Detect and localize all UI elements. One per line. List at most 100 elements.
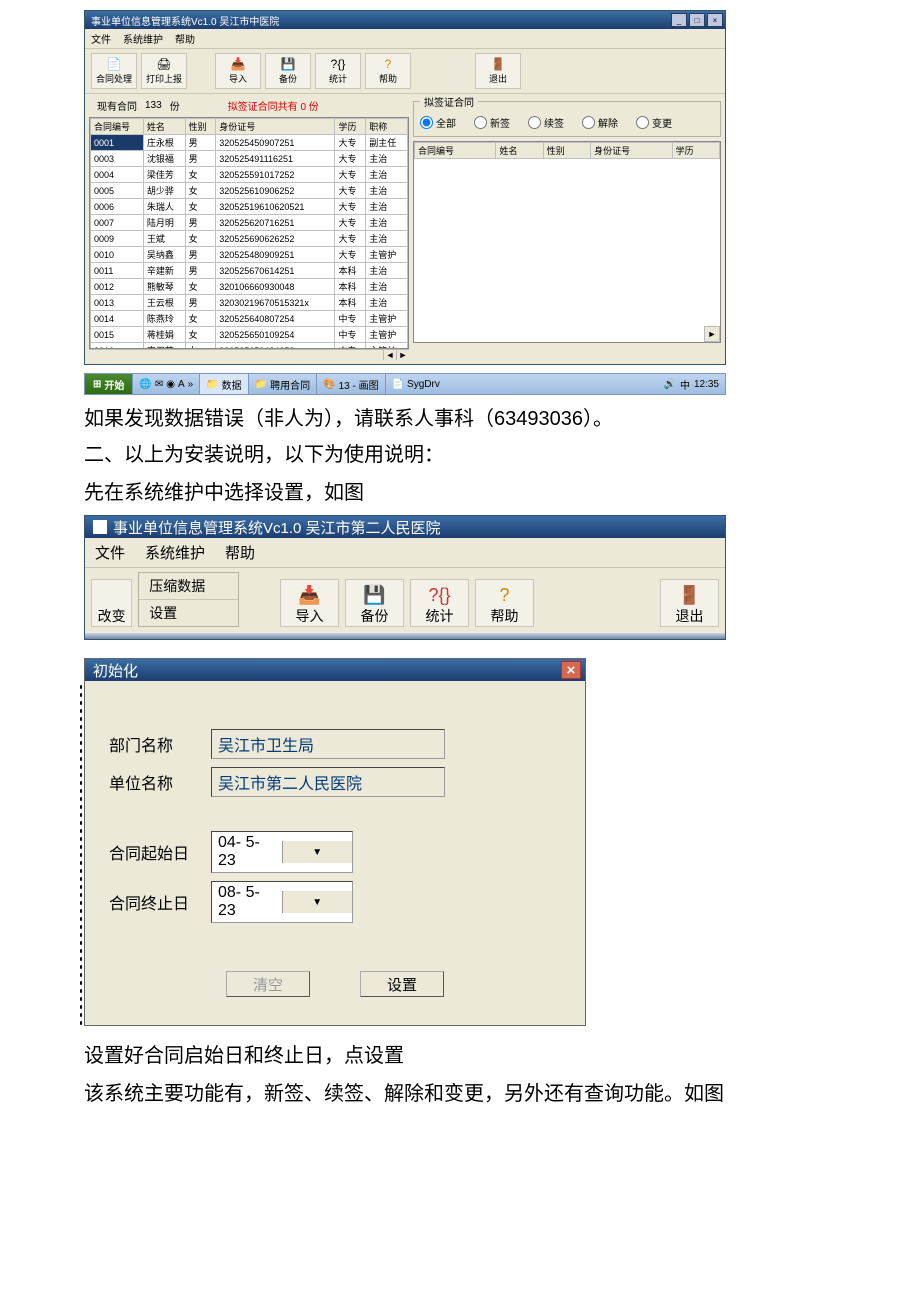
stats-icon: ?{} (331, 58, 346, 70)
table-row[interactable]: 0011辛建新男320525670614251本科主治 (91, 263, 408, 279)
menu-help-2[interactable]: 帮助 (215, 538, 265, 567)
end-label: 合同终止日 (109, 890, 195, 914)
table-header: 学历 (335, 119, 366, 135)
table-row[interactable]: 0009王斌女320525690626252大专主治 (91, 231, 408, 247)
table-row[interactable]: 0001庄永根男320525450907251大专副主任 (91, 135, 408, 151)
import-icon: 📥 (231, 58, 246, 70)
end-date-input[interactable]: 08- 5-23 ▼ (211, 881, 353, 923)
ie-icon: 🌐 (139, 379, 151, 390)
close-button[interactable]: × (707, 13, 723, 27)
table-row[interactable]: 0016宋卫芳女320525650424252中专主管护 (91, 343, 408, 350)
exit-button-2[interactable]: 🚪退出 (660, 579, 719, 627)
system-tray[interactable]: 🔊 中 12:35 (658, 377, 725, 392)
main-window-2: 事业单位信息管理系统Vc1.0 吴江市第二人民医院 文件 系统维护 帮助 改变 … (84, 515, 726, 640)
table-header: 身份证号 (216, 119, 335, 135)
submenu-popup: 压缩数据 设置 (138, 572, 238, 627)
filter-option[interactable]: 解除 (582, 115, 618, 130)
menu-file-2[interactable]: 文件 (85, 538, 135, 567)
start-date-input[interactable]: 04- 5-23 ▼ (211, 831, 353, 873)
scroll-right-icon[interactable]: ► (704, 326, 720, 342)
submenu-compress[interactable]: 压缩数据 (139, 573, 237, 600)
hscroll[interactable]: ◄► (89, 349, 409, 360)
menu-help[interactable]: 帮助 (175, 31, 195, 46)
stats-button-2[interactable]: ?{}统计 (410, 579, 469, 627)
table-header: 姓名 (496, 143, 543, 159)
help-button[interactable]: ?帮助 (365, 53, 411, 89)
stats-button[interactable]: ?{}统计 (315, 53, 361, 89)
table-header: 合同编号 (91, 119, 144, 135)
table-row[interactable]: 0003沈银福男320525491116251大专主治 (91, 151, 408, 167)
import-button[interactable]: 📥导入 (215, 53, 261, 89)
taskbar-item-3[interactable]: 🎨13 - 画图 (316, 374, 384, 394)
taskbar-item-4[interactable]: 📄SygDrv (385, 374, 446, 394)
clear-button: 清空 (226, 971, 310, 997)
backup-button[interactable]: 💾备份 (265, 53, 311, 89)
dropdown-icon[interactable]: ▼ (282, 841, 353, 863)
table-header: 学历 (672, 143, 719, 159)
infobar: 现有合同 133 份 拟签证合同共有 0 份 (89, 94, 409, 117)
table-row[interactable]: 0014陈燕玲女320525640807254中专主管护 (91, 311, 408, 327)
dialog-titlebar: 初始化 × (85, 659, 585, 681)
doc-para-2: 二、以上为安装说明，以下为使用说明： (84, 439, 836, 471)
table-row[interactable]: 0015蒋桂娟女320525650109254中专主管护 (91, 327, 408, 343)
backup-button-2[interactable]: 💾备份 (345, 579, 404, 627)
taskbar-item-2[interactable]: 📁聘用合同 (248, 374, 316, 394)
menu-maintain[interactable]: 系统维护 (123, 31, 163, 46)
filter-option[interactable]: 全部 (420, 115, 456, 130)
titlebar: 事业单位信息管理系统Vc1.0 吴江市中医院 _ □ × (85, 11, 725, 29)
modify-button[interactable]: 📄合同处理 (91, 53, 137, 89)
filter-legend: 拟签证合同 (420, 94, 478, 109)
left-grid[interactable]: 合同编号姓名性别身份证号学历职称0001庄永根男320525450907251大… (89, 117, 409, 349)
exit-icon: 🚪 (678, 585, 700, 606)
table-row[interactable]: 0013王云根男32030219670515321x本科主治 (91, 295, 408, 311)
exit-button[interactable]: 🚪退出 (475, 53, 521, 89)
filter-option[interactable]: 续签 (528, 115, 564, 130)
infobar-warn: 拟签证合同共有 0 份 (228, 98, 319, 113)
help-button-2[interactable]: ?帮助 (475, 579, 534, 627)
max-button[interactable]: □ (689, 13, 705, 27)
print-button[interactable]: 🖨打印上报 (141, 53, 187, 89)
table-header: 职称 (366, 119, 408, 135)
table-row[interactable]: 0010吴纳鑫男320525480909251大专主管护 (91, 247, 408, 263)
modify-button-2[interactable]: 改变 (91, 579, 132, 627)
table-row[interactable]: 0012熊敏琴女320106660930048本科主治 (91, 279, 408, 295)
table-row[interactable]: 0007陆月明男320525620716251大专主治 (91, 215, 408, 231)
submenu-settings[interactable]: 设置 (139, 600, 237, 626)
filter-option[interactable]: 新签 (474, 115, 510, 130)
filter-option[interactable]: 变更 (636, 115, 672, 130)
menu-file[interactable]: 文件 (91, 31, 111, 46)
taskbar-item-1[interactable]: 📁数据 (199, 374, 247, 394)
table-row[interactable]: 0005胡少骅女320525610906252大专主治 (91, 183, 408, 199)
toolbar-2: 改变 压缩数据 设置 📥导入 💾备份 ?{}统计 ?帮助 🚪退出 (85, 568, 725, 633)
table-header: 性别 (185, 119, 216, 135)
table-header: 性别 (543, 143, 590, 159)
doc-para-1: 如果发现数据错误（非人为），请联系人事科（63493036）。 (84, 403, 836, 435)
more-icon: » (188, 379, 194, 390)
min-button[interactable]: _ (671, 13, 687, 27)
table-row[interactable]: 0004梁佳芳女320525591017252大专主治 (91, 167, 408, 183)
import-button-2[interactable]: 📥导入 (280, 579, 339, 627)
filter-box: 拟签证合同 全部 新签 续签 解除 变更 (413, 94, 721, 137)
menubar: 文件 系统维护 帮助 (85, 29, 725, 49)
table-header: 合同编号 (415, 143, 496, 159)
menu-maintain-2[interactable]: 系统维护 (135, 538, 215, 567)
exit-icon: 🚪 (491, 58, 506, 70)
set-button[interactable]: 设置 (360, 971, 444, 997)
dialog-title: 初始化 (93, 660, 138, 681)
paint-icon: 🎨 (323, 379, 335, 390)
start-button[interactable]: ⊞ 开始 (85, 374, 132, 394)
dropdown-icon[interactable]: ▼ (282, 891, 353, 913)
toolbar-shadow (85, 633, 725, 639)
help-icon: ? (499, 585, 509, 606)
doc-para-5: 该系统主要功能有，新签、续签、解除和变更，另外还有查询功能。如图 (84, 1078, 836, 1110)
table-row[interactable]: 0006朱瑞人女32052519610620521大专主治 (91, 199, 408, 215)
dept-field: 吴江市卫生局 (211, 729, 445, 759)
dialog-close-button[interactable]: × (561, 661, 581, 679)
titlebar-2: 事业单位信息管理系统Vc1.0 吴江市第二人民医院 (85, 516, 725, 538)
title-text: 事业单位信息管理系统Vc1.0 吴江市中医院 (91, 13, 279, 28)
right-grid[interactable]: 合同编号姓名性别身份证号学历 ► (413, 141, 721, 343)
title-text-2: 事业单位信息管理系统Vc1.0 吴江市第二人民医院 (113, 517, 441, 538)
taskbar-quicklaunch[interactable]: 🌐 ✉ ◉ A » (132, 374, 199, 394)
menubar-2: 文件 系统维护 帮助 (85, 538, 725, 568)
init-dialog: 初始化 × 部门名称 吴江市卫生局 单位名称 吴江市第二人民医院 合同起始日 0… (84, 658, 586, 1026)
